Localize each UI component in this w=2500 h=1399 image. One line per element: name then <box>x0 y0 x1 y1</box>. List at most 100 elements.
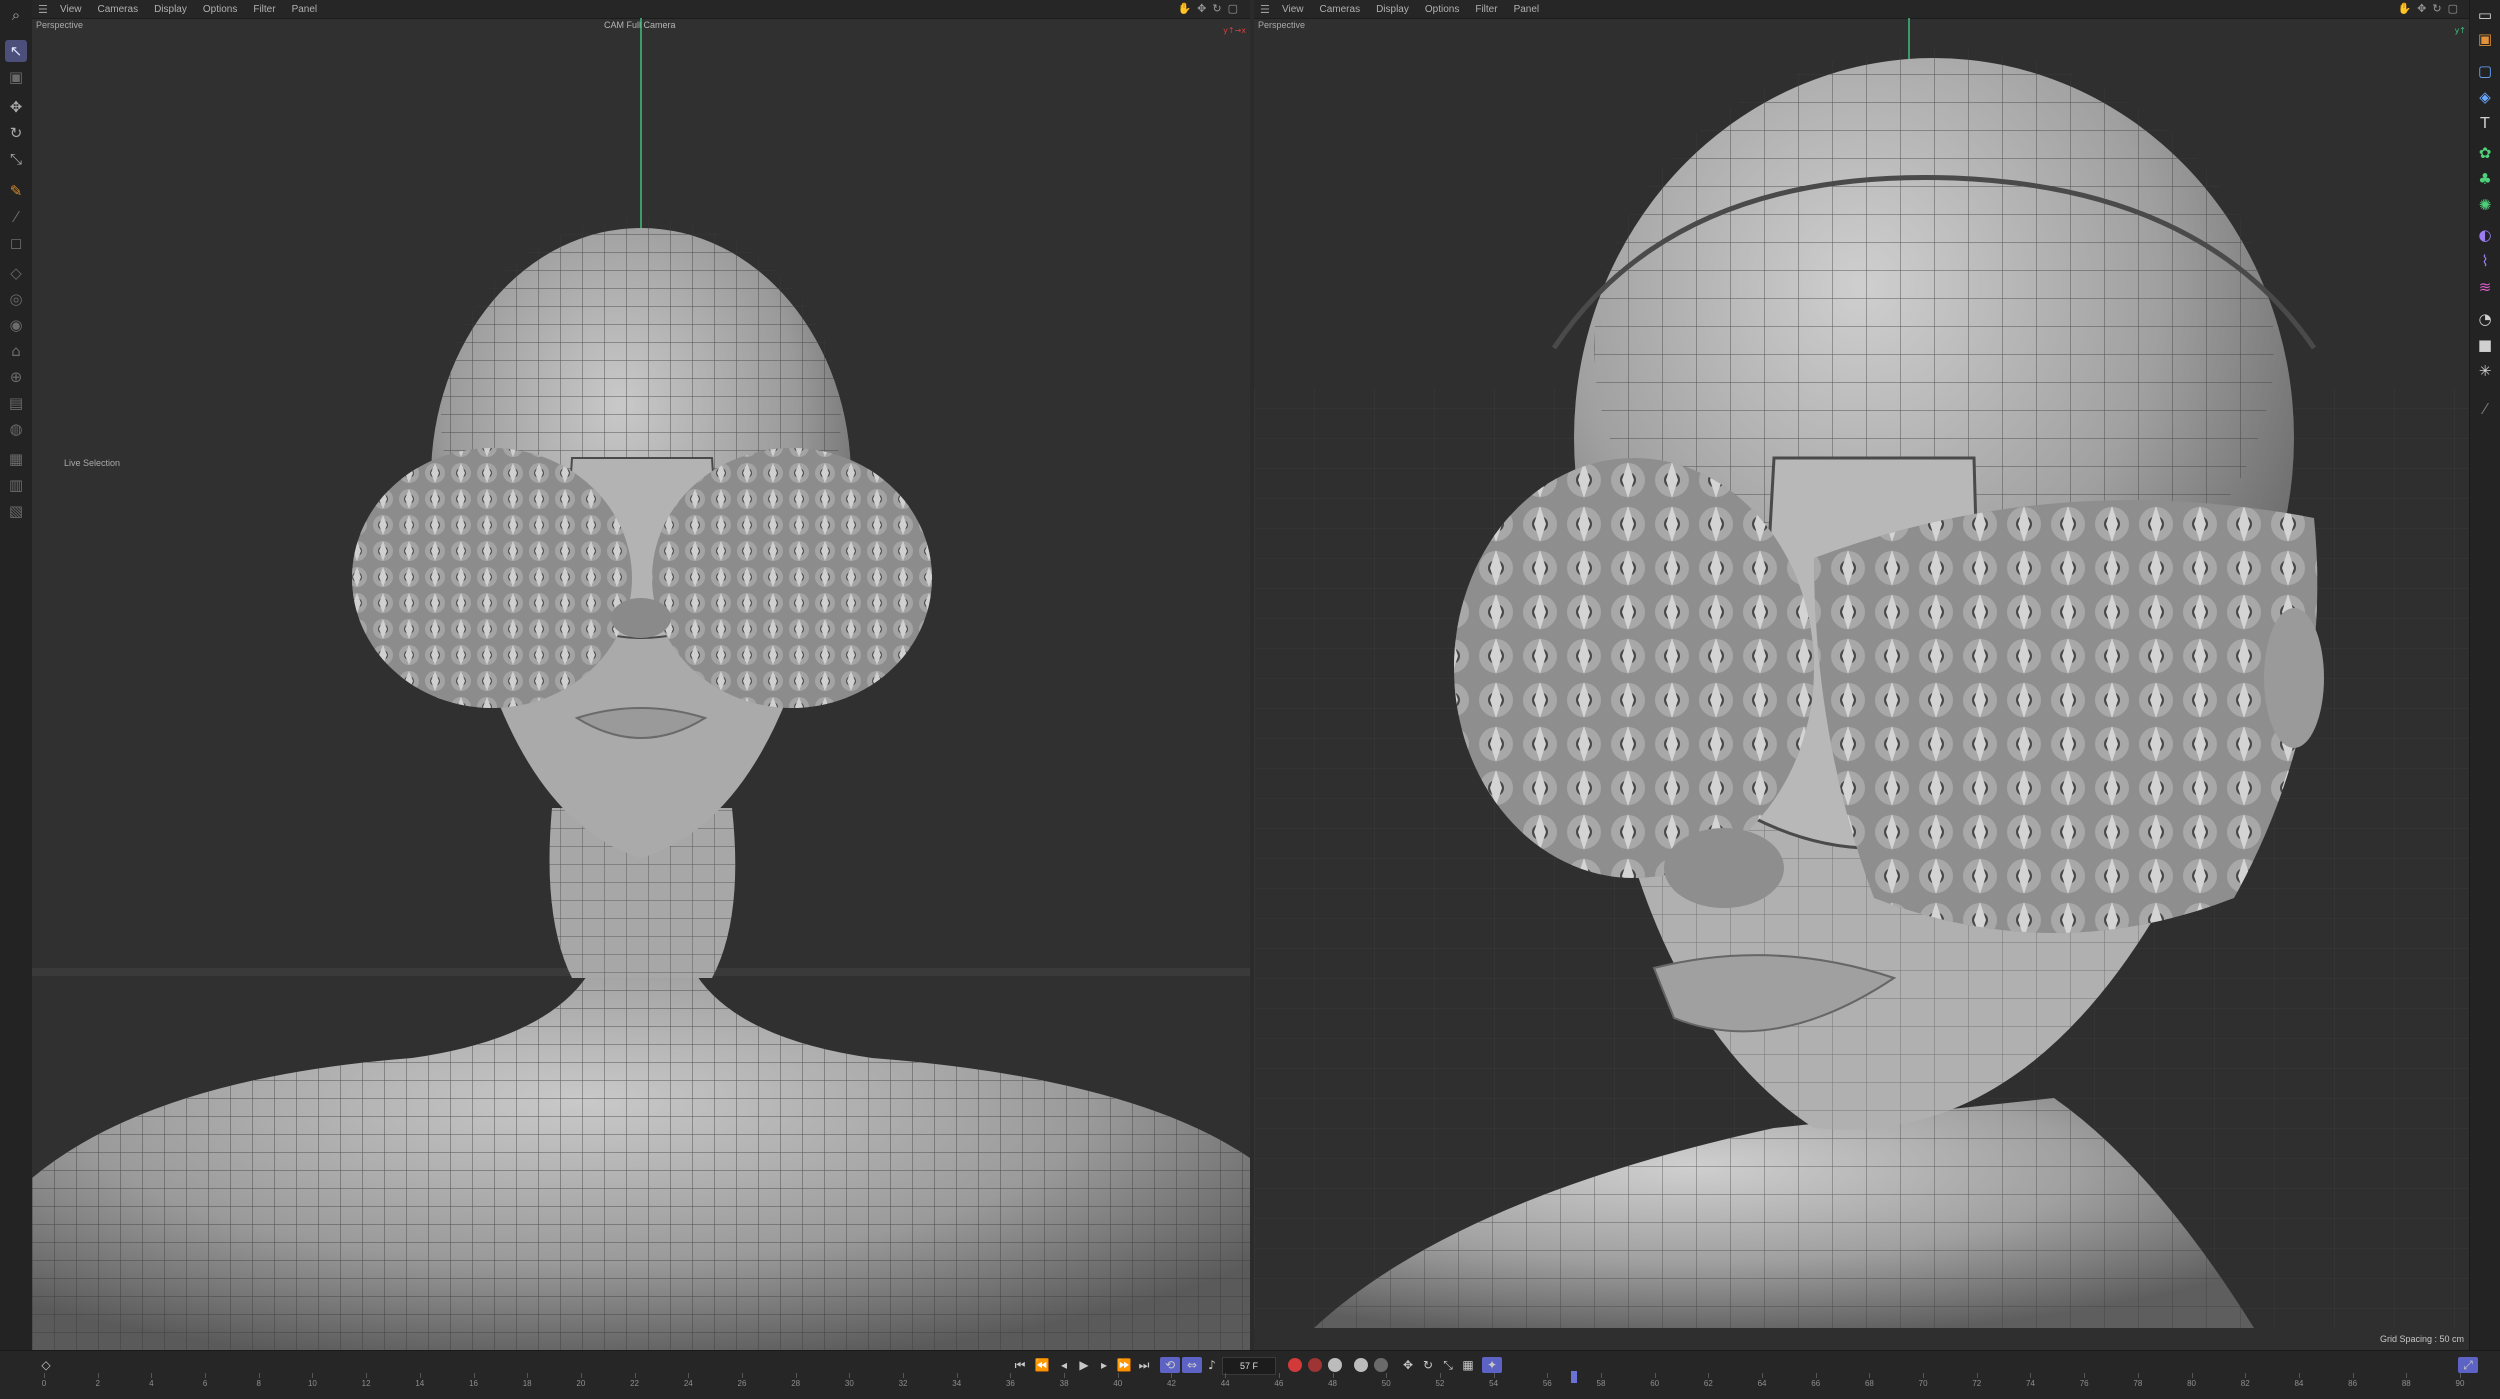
menu-filter[interactable]: Filter <box>1475 4 1497 15</box>
move-tool-icon[interactable]: ✥ <box>5 96 27 118</box>
layout-icon[interactable]: ▭ <box>2474 4 2496 26</box>
timeline-tick-label: 48 <box>1328 1379 1337 1388</box>
next-frame-icon[interactable]: ▸ <box>1096 1357 1112 1373</box>
record-icon[interactable] <box>1288 1358 1302 1372</box>
play-icon[interactable]: ▶ <box>1076 1357 1092 1373</box>
pla-key-icon[interactable]: ✦ <box>1482 1357 1502 1373</box>
current-frame-field[interactable]: 57 F <box>1222 1357 1276 1375</box>
timeline-tick-mark <box>741 1373 743 1378</box>
guide-icon[interactable]: ▥ <box>5 474 27 496</box>
cloner-icon[interactable]: ♣ <box>2474 168 2496 190</box>
search-icon[interactable]: ⌕ <box>5 4 27 26</box>
grid-spacing-label: Grid Spacing : 50 cm <box>2379 1334 2464 1344</box>
motion-record-icon[interactable] <box>1354 1358 1368 1372</box>
edge-mode-icon[interactable]: ◇ <box>5 262 27 284</box>
generator-icon[interactable]: ✿ <box>2474 142 2496 164</box>
menu-icon[interactable]: ☰ <box>38 3 52 16</box>
pos-key-icon[interactable]: ✥ <box>1400 1357 1416 1373</box>
live-selection-tool-icon[interactable]: ↖ <box>5 40 27 62</box>
menu-icon[interactable]: ☰ <box>1260 3 1274 16</box>
scene-icon[interactable]: ◔ <box>2474 308 2496 330</box>
scale-key-icon[interactable]: ⤡ <box>1440 1357 1456 1373</box>
menu-view[interactable]: View <box>60 4 82 15</box>
camera-icon[interactable]: ■ <box>2474 334 2496 356</box>
timeline-tick-mark <box>1010 1373 1012 1378</box>
cube-icon[interactable]: ▢ <box>2474 60 2496 82</box>
viewport-nav-icons[interactable]: ✋✥↻▢ <box>2397 2 2464 15</box>
timeline-tick-label: 2 <box>95 1379 100 1388</box>
key-selection-icon[interactable] <box>1328 1358 1342 1372</box>
timeline-tick-mark <box>956 1373 958 1378</box>
loop-icon[interactable]: ⟲ <box>1160 1357 1180 1373</box>
timeline-tick-mark <box>1547 1373 1549 1378</box>
primitive-icon[interactable]: ◈ <box>2474 86 2496 108</box>
light-icon[interactable]: ✳ <box>2474 360 2496 382</box>
sound-icon[interactable]: ♪ <box>1204 1357 1220 1373</box>
timeline[interactable]: ◇ ⏮ ⏪ ◂ ▶ ▸ ⏩ ⏭ ⟲ ⇔ ♪ 57 F ✥ ↻ ⤡ ▦ ✦ ⤢ 0… <box>0 1350 2500 1399</box>
render-icon[interactable]: ▣ <box>2474 28 2496 50</box>
timeline-tick-mark <box>312 1373 314 1378</box>
axis-mode-icon[interactable]: ⌂ <box>5 340 27 362</box>
menu-display[interactable]: Display <box>154 4 187 15</box>
timeline-tick-mark <box>1762 1373 1764 1378</box>
menu-options[interactable]: Options <box>1425 4 1459 15</box>
timeline-tick-label: 70 <box>1918 1379 1928 1388</box>
autokey-icon[interactable] <box>1308 1358 1322 1372</box>
snap-icon[interactable]: ⊕ <box>5 366 27 388</box>
menu-view[interactable]: View <box>1282 4 1304 15</box>
go-to-end-icon[interactable]: ⏭ <box>1136 1357 1152 1373</box>
range-icon[interactable]: ⇔ <box>1182 1357 1202 1373</box>
timeline-tick-label: 82 <box>2240 1379 2250 1388</box>
timeline-tick-label: 78 <box>2133 1379 2143 1388</box>
scheme-icon[interactable] <box>1374 1358 1388 1372</box>
hair-icon[interactable]: ≋ <box>2474 276 2496 298</box>
timeline-tick-mark <box>2137 1373 2139 1378</box>
point-mode-icon[interactable]: ◎ <box>5 288 27 310</box>
right-viewport[interactable]: ☰ View Cameras Display Options Filter Pa… <box>1254 0 2470 1350</box>
tag-icon[interactable]: ⁄ <box>2474 398 2496 420</box>
timeline-tick-mark <box>634 1373 636 1378</box>
timeline-tick-mark <box>205 1373 207 1378</box>
timeline-mode-icon[interactable]: ⤢ <box>2458 1357 2478 1373</box>
menu-panel[interactable]: Panel <box>292 4 318 15</box>
next-key-icon[interactable]: ⏩ <box>1116 1357 1132 1373</box>
timeline-tick-label: 86 <box>2348 1379 2358 1388</box>
prev-key-icon[interactable]: ⏪ <box>1034 1357 1050 1373</box>
param-key-icon[interactable]: ▦ <box>1460 1357 1476 1373</box>
timeline-tick-label: 4 <box>149 1379 154 1388</box>
workplane-icon[interactable]: ▤ <box>5 392 27 414</box>
rot-key-icon[interactable]: ↻ <box>1420 1357 1436 1373</box>
rotate-tool-icon[interactable]: ↻ <box>5 122 27 144</box>
deformer-icon[interactable]: ✺ <box>2474 194 2496 216</box>
menu-display[interactable]: Display <box>1376 4 1409 15</box>
spline-icon[interactable]: ⌇ <box>2474 250 2496 272</box>
timeline-tick-label: 58 <box>1596 1379 1606 1388</box>
paint-tool-icon[interactable]: ✎ <box>5 180 27 202</box>
polygon-mode-icon[interactable]: ◻ <box>5 232 27 254</box>
left-viewport[interactable]: ☰ View Cameras Display Options Filter Pa… <box>32 0 1250 1350</box>
uv-mode-icon[interactable]: ◉ <box>5 314 27 336</box>
timeline-tick-mark <box>2352 1373 2354 1378</box>
timeline-tick-mark <box>1869 1373 1871 1378</box>
viewport-nav-icons[interactable]: ✋✥↻▢ <box>1177 2 1244 15</box>
left-tool-palette: ⌕ ↖ ▣ ✥ ↻ ⤡ ✎ ⁄ ◻ ◇ ◎ ◉ ⌂ ⊕ ▤ ◍ ▦ ▥ ▧ <box>0 0 33 1350</box>
menu-panel[interactable]: Panel <box>1514 4 1540 15</box>
keyframe-icon[interactable]: ◇ <box>38 1357 54 1373</box>
prev-frame-icon[interactable]: ◂ <box>1056 1357 1072 1373</box>
field-icon[interactable]: ◐ <box>2474 224 2496 246</box>
go-to-start-icon[interactable]: ⏮ <box>1012 1357 1028 1373</box>
menu-options[interactable]: Options <box>203 4 237 15</box>
menu-filter[interactable]: Filter <box>253 4 275 15</box>
timeline-tick-label: 50 <box>1381 1379 1391 1388</box>
text-icon[interactable]: T <box>2474 112 2496 134</box>
menu-cameras[interactable]: Cameras <box>98 4 139 15</box>
menu-cameras[interactable]: Cameras <box>1320 4 1361 15</box>
scale-tool-icon[interactable]: ⤡ <box>5 148 27 170</box>
lock-icon[interactable]: ▦ <box>5 448 27 470</box>
selection-filter-icon[interactable]: ▣ <box>5 66 27 88</box>
layer-icon[interactable]: ▧ <box>5 500 27 522</box>
timeline-tick-label: 24 <box>683 1379 693 1388</box>
solo-icon[interactable]: ◍ <box>5 418 27 440</box>
knife-tool-icon[interactable]: ⁄ <box>5 206 27 228</box>
playhead[interactable] <box>1571 1371 1578 1383</box>
